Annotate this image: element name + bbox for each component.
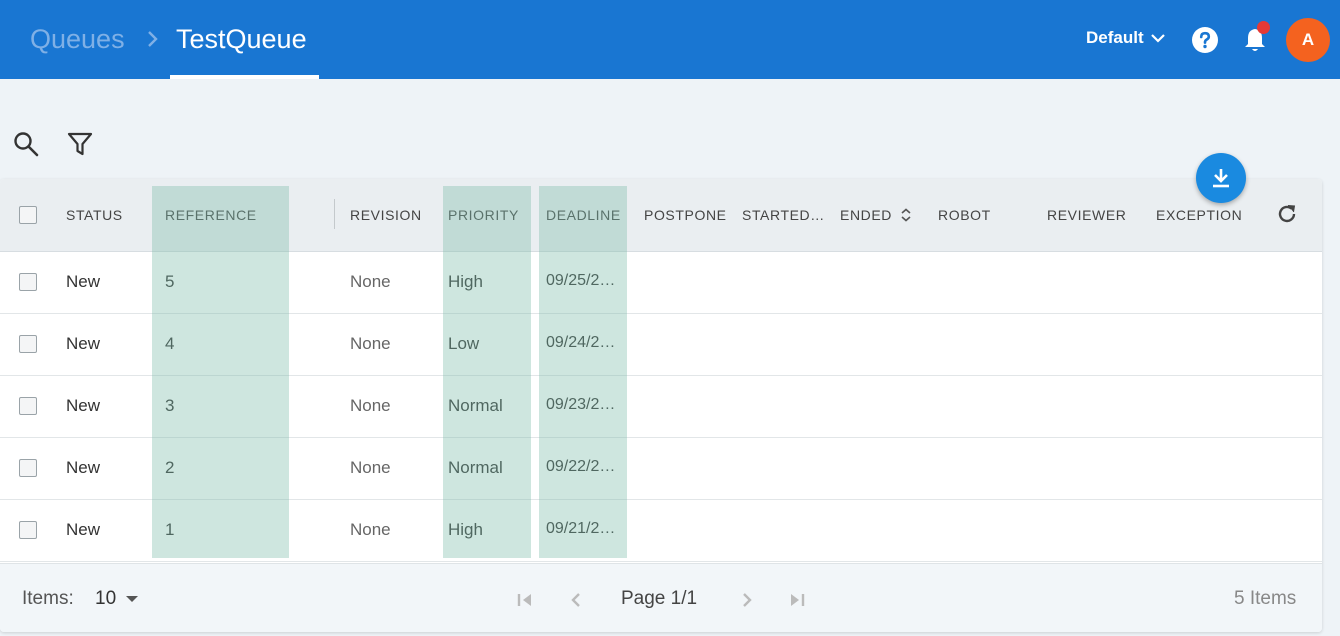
- column-header-revision[interactable]: REVISION: [350, 207, 422, 223]
- column-header-started[interactable]: STARTED…: [742, 207, 825, 223]
- help-icon[interactable]: [1191, 26, 1219, 54]
- download-button[interactable]: [1196, 153, 1246, 203]
- row-checkbox[interactable]: [19, 521, 37, 539]
- cell-revision: None: [350, 272, 391, 291]
- column-header-postpone[interactable]: POSTPONE: [644, 207, 727, 223]
- chevron-down-icon: [1150, 34, 1165, 43]
- cell-status: New: [66, 272, 101, 291]
- cell-revision: None: [350, 520, 391, 539]
- total-items-label: 5 Items: [1234, 588, 1297, 609]
- last-page-icon[interactable]: [787, 590, 807, 610]
- column-highlight-reference: [152, 186, 289, 558]
- tenant-selector[interactable]: Default: [1086, 28, 1166, 48]
- grid-footer: Items: 10 Page 1/1 5 Items: [0, 563, 1322, 632]
- column-header-ended[interactable]: ENDED: [840, 207, 912, 223]
- previous-page-icon[interactable]: [566, 590, 586, 610]
- breadcrumb-queues-link[interactable]: Queues: [30, 24, 125, 55]
- sort-icon: [900, 208, 911, 222]
- cell-status: New: [66, 520, 101, 539]
- column-highlight-deadline: [539, 186, 627, 558]
- breadcrumb-current: TestQueue: [176, 24, 307, 54]
- cell-revision: None: [350, 458, 391, 477]
- cell-revision: None: [350, 334, 391, 353]
- caret-down-icon[interactable]: [126, 596, 138, 602]
- column-resize-handle[interactable]: [334, 199, 335, 229]
- download-icon: [1213, 169, 1229, 188]
- top-bar: Queues TestQueue Default A: [0, 0, 1340, 79]
- cell-status: New: [66, 334, 101, 353]
- items-per-page-select[interactable]: 10: [95, 588, 116, 610]
- active-tab-indicator: [170, 75, 319, 79]
- items-per-page-label: Items:: [22, 588, 74, 609]
- row-checkbox[interactable]: [19, 335, 37, 353]
- tenant-label: Default: [1086, 28, 1144, 47]
- select-all-checkbox[interactable]: [19, 206, 37, 224]
- cell-status: New: [66, 458, 101, 477]
- filter-icon[interactable]: [66, 130, 94, 158]
- column-highlight-priority: [443, 186, 531, 558]
- cell-revision: None: [350, 396, 391, 415]
- next-page-icon[interactable]: [737, 590, 757, 610]
- cell-status: New: [66, 396, 101, 415]
- first-page-icon[interactable]: [515, 590, 535, 610]
- column-header-reviewer[interactable]: REVIEWER: [1047, 207, 1126, 223]
- page-indicator: Page 1/1: [621, 588, 698, 609]
- refresh-icon[interactable]: [1275, 202, 1299, 226]
- row-checkbox[interactable]: [19, 459, 37, 477]
- queue-items-grid: STATUS REFERENCE REVISION PRIORITY DEADL…: [0, 179, 1322, 632]
- avatar[interactable]: A: [1286, 18, 1330, 62]
- notification-badge: [1257, 21, 1270, 34]
- row-checkbox[interactable]: [19, 397, 37, 415]
- column-header-robot[interactable]: ROBOT: [938, 207, 991, 223]
- column-header-status[interactable]: STATUS: [66, 207, 123, 223]
- column-header-ended-label: ENDED: [840, 207, 893, 223]
- column-header-exception[interactable]: EXCEPTION: [1156, 207, 1242, 223]
- row-checkbox[interactable]: [19, 273, 37, 291]
- search-icon[interactable]: [12, 130, 40, 158]
- chevron-right-icon: [148, 31, 158, 47]
